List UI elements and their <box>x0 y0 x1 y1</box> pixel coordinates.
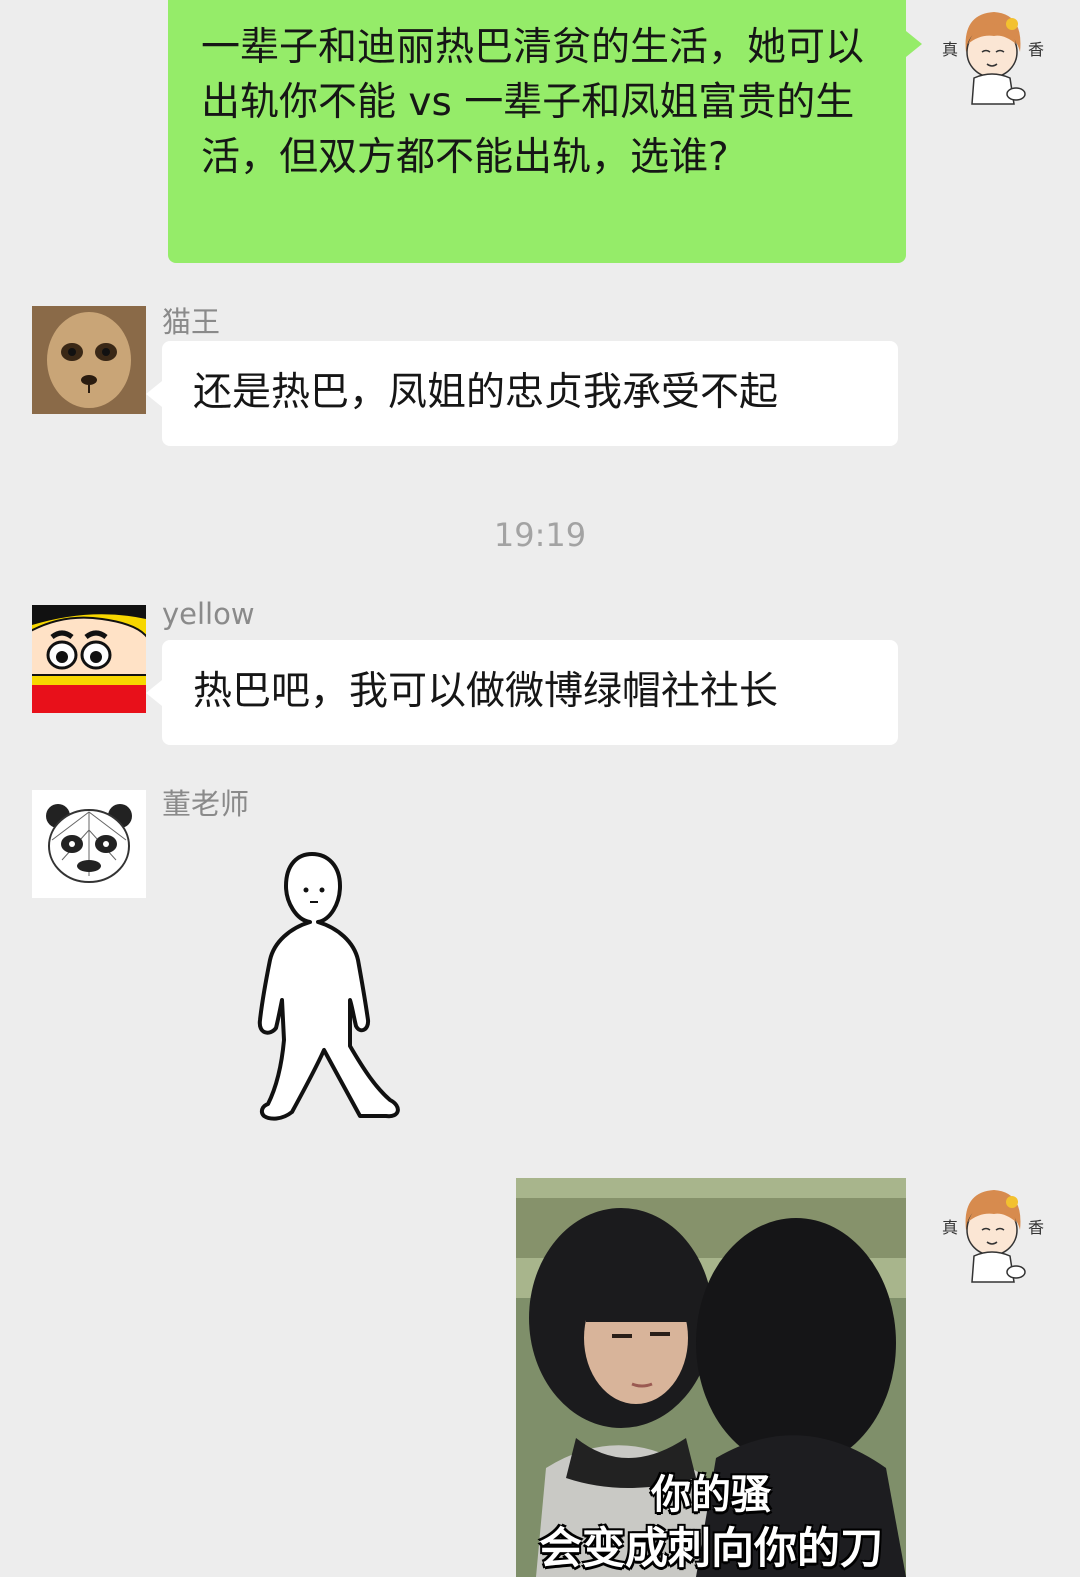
meme-caption-line: 会变成刺向你的刀 <box>539 1524 883 1574</box>
message-text: 热巴吧，我可以做微博绿帽社社长 <box>193 669 779 714</box>
cartoon-girl-icon: 真 香 <box>932 0 1046 108</box>
sender-name: yellow <box>162 597 255 631</box>
avatar-yellow[interactable] <box>32 605 146 713</box>
avatar-glyph-left: 真 <box>942 40 958 59</box>
avatar-dong[interactable] <box>32 790 146 898</box>
message-text: 一辈子和迪丽热巴清贫的生活，她可以出轨你不能 vs 一辈子和凤姐富贵的生活，但双… <box>201 25 865 180</box>
standing-figure-icon <box>257 852 400 1121</box>
timestamp: 19:19 <box>493 516 587 554</box>
sticker-message[interactable] <box>230 850 410 1128</box>
crayon-shinchan-icon <box>32 605 146 713</box>
cartoon-girl-icon: 真 香 <box>932 1178 1046 1286</box>
panda-icon <box>32 790 146 898</box>
their-message-bubble[interactable]: 热巴吧，我可以做微博绿帽社社长 <box>162 640 898 745</box>
sender-name: 猫王 <box>162 305 221 339</box>
meme-photo-sticker[interactable]: 你的骚 会变成刺向你的刀 <box>516 1178 906 1577</box>
avatar-glyph-left: 真 <box>942 1218 958 1237</box>
meme-caption-line: 你的骚 <box>651 1472 771 1518</box>
avatar-me[interactable]: 真 香 <box>932 1178 1046 1286</box>
my-message-bubble[interactable]: 一辈子和迪丽热巴清贫的生活，她可以出轨你不能 vs 一辈子和凤姐富贵的生活，但双… <box>168 0 906 263</box>
meerkat-icon <box>32 306 146 414</box>
avatar-glyph-right: 香 <box>1028 1218 1044 1237</box>
sender-name: 董老师 <box>162 787 250 821</box>
message-text: 还是热巴，凤姐的忠贞我承受不起 <box>193 370 779 415</box>
bubble-tail <box>906 31 922 57</box>
avatar-me[interactable]: 真 香 <box>932 0 1046 108</box>
avatar-glyph-right: 香 <box>1028 40 1044 59</box>
bubble-tail <box>146 680 162 706</box>
bubble-tail <box>146 381 162 407</box>
avatar-maowang[interactable] <box>32 306 146 414</box>
their-message-bubble[interactable]: 还是热巴，凤姐的忠贞我承受不起 <box>162 341 898 446</box>
